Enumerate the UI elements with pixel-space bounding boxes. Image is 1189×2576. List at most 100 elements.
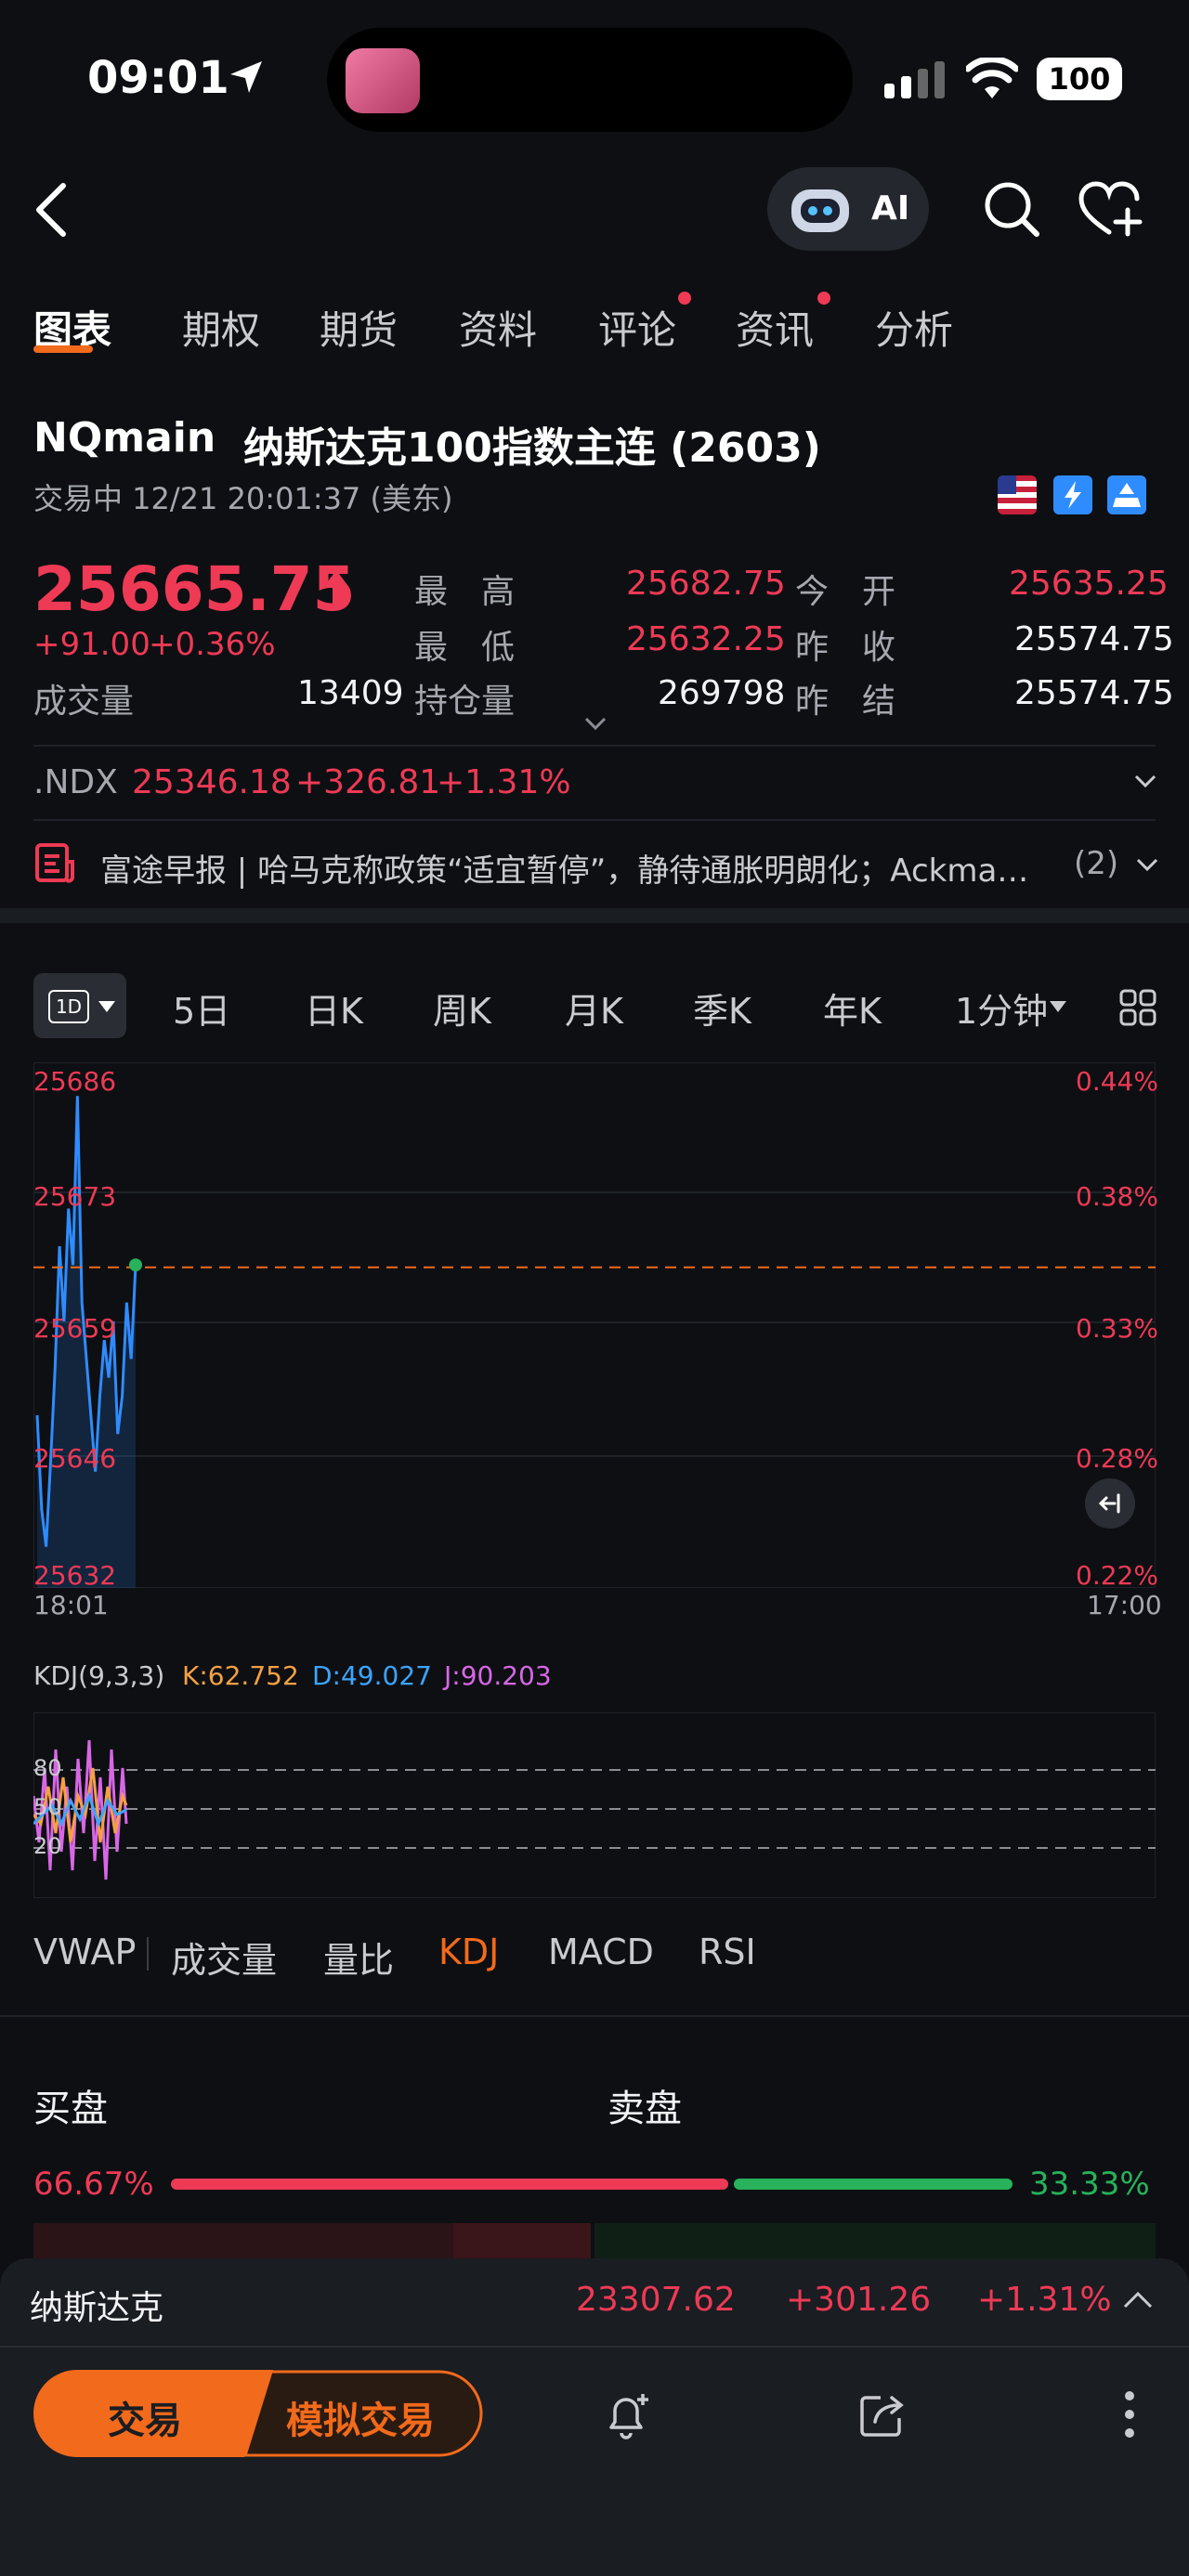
volume-value: 13409 bbox=[297, 674, 404, 712]
tab-news[interactable]: 资讯 bbox=[736, 299, 814, 356]
section-divider bbox=[0, 908, 1189, 923]
indicator-rsi[interactable]: RSI bbox=[699, 1932, 756, 1972]
grid-menu-icon[interactable] bbox=[1118, 988, 1157, 1027]
last-price-dot bbox=[129, 1258, 142, 1272]
lightning-badge-icon bbox=[1053, 475, 1092, 514]
tab-comments[interactable]: 评论 bbox=[598, 299, 676, 356]
kdj-chart[interactable] bbox=[33, 1712, 1156, 1898]
location-arrow-icon bbox=[229, 59, 264, 95]
period-daily[interactable]: 日K bbox=[305, 982, 363, 1034]
y-tick-label: 25686 bbox=[33, 1066, 117, 1097]
tab-chart-underline bbox=[33, 345, 93, 353]
x-tick-label: 17:00 bbox=[1087, 1590, 1162, 1620]
ai-button[interactable]: AI bbox=[767, 167, 929, 251]
news-headline[interactable]: 富途早报 | 哈马克称政策“适宜暂停”，静待通胀明朗化；Ackma… bbox=[100, 845, 1066, 891]
news-chevron-icon[interactable] bbox=[1135, 856, 1159, 873]
quote-status: 交易中 12/21 20:01:37 (美东) bbox=[33, 481, 453, 516]
period-monthly[interactable]: 月K bbox=[565, 982, 623, 1034]
expand-quote-icon[interactable] bbox=[583, 715, 608, 732]
sell-label: 卖盘 bbox=[608, 2088, 682, 2130]
period-weekly[interactable]: 周K bbox=[433, 982, 491, 1034]
price-change-pct: +0.36% bbox=[149, 626, 276, 663]
high-value: 25682.75 bbox=[626, 565, 786, 603]
quote-symbol: NQmain bbox=[33, 414, 216, 462]
minute-caret-icon bbox=[1050, 1001, 1066, 1012]
oi-value: 269798 bbox=[658, 674, 786, 712]
index-change-pct: +1.31% bbox=[437, 763, 571, 801]
jump-to-latest-icon[interactable] bbox=[1085, 1478, 1135, 1529]
back-icon[interactable] bbox=[33, 182, 71, 238]
y-tick-label: 25673 bbox=[33, 1181, 117, 1212]
chevron-down-icon[interactable] bbox=[1133, 773, 1157, 789]
ticker-change-pct: +1.31% bbox=[977, 2281, 1112, 2319]
divider bbox=[33, 745, 1156, 747]
divider bbox=[147, 1937, 149, 1971]
indicator-kdj[interactable]: KDJ bbox=[438, 1932, 499, 1972]
ticker-price: 23307.62 bbox=[576, 2281, 736, 2319]
tab-profile[interactable]: 资料 bbox=[459, 299, 537, 356]
share-icon[interactable] bbox=[858, 2392, 907, 2439]
kdj-level-label: 20 bbox=[33, 1833, 62, 1859]
prev-settle-label: 昨 结 bbox=[795, 683, 896, 721]
trade-button[interactable]: 交易 bbox=[33, 2370, 273, 2457]
prev-close-label: 昨 收 bbox=[795, 629, 896, 667]
y-tick-label: 25646 bbox=[33, 1443, 117, 1474]
kdj-level-label: 50 bbox=[33, 1794, 62, 1820]
wifi-icon bbox=[966, 58, 1018, 98]
divider bbox=[33, 819, 1156, 821]
index-change: +326.81 bbox=[295, 763, 441, 801]
pct-tick-label: 0.33% bbox=[1076, 1313, 1158, 1344]
open-label: 今 开 bbox=[795, 573, 896, 611]
kdj-d-value: D:49.027 bbox=[312, 1660, 432, 1691]
oi-label: 持仓量 bbox=[414, 683, 516, 721]
quote-name: 纳斯达克100指数主连 (2603) bbox=[243, 424, 821, 472]
watchlist-add-icon[interactable] bbox=[1078, 180, 1144, 238]
last-price: 25665.75 bbox=[33, 553, 356, 625]
us-flag-icon bbox=[998, 475, 1037, 514]
period-selected-label: 1D bbox=[48, 990, 89, 1023]
indicator-volume-ratio[interactable]: 量比 bbox=[323, 1932, 394, 1983]
tab-analysis[interactable]: 分析 bbox=[875, 299, 953, 356]
kdj-level-label: 80 bbox=[33, 1755, 62, 1781]
buy-bar bbox=[171, 2179, 728, 2190]
robot-icon bbox=[788, 182, 853, 236]
indicator-macd[interactable]: MACD bbox=[548, 1932, 654, 1972]
y-tick-label: 25659 bbox=[33, 1313, 117, 1344]
paper-trade-button[interactable]: 模拟交易 bbox=[243, 2370, 483, 2457]
index-symbol[interactable]: .NDX bbox=[33, 763, 118, 801]
search-icon[interactable] bbox=[983, 180, 1040, 238]
period-yearly[interactable]: 年K bbox=[823, 982, 882, 1034]
tab-options[interactable]: 期权 bbox=[182, 299, 260, 356]
period-5d[interactable]: 5日 bbox=[173, 982, 230, 1034]
period-quarterly[interactable]: 季K bbox=[693, 982, 751, 1034]
index-price: 25346.18 bbox=[132, 763, 292, 801]
order-book-rows bbox=[33, 2223, 1156, 2260]
volume-label: 成交量 bbox=[33, 683, 135, 721]
more-icon[interactable] bbox=[1124, 2390, 1135, 2439]
paper-trade-label: 模拟交易 bbox=[286, 2400, 435, 2442]
buy-pct: 66.67% bbox=[33, 2166, 154, 2203]
pct-tick-label: 0.22% bbox=[1076, 1560, 1158, 1591]
period-minute[interactable]: 1分钟 bbox=[955, 982, 1048, 1034]
low-value: 25632.25 bbox=[626, 620, 786, 658]
price-chart[interactable] bbox=[33, 1062, 1156, 1588]
high-label: 最 高 bbox=[414, 573, 516, 611]
divider bbox=[0, 2015, 1189, 2017]
price-alert-icon[interactable] bbox=[604, 2390, 652, 2440]
up-arrow-icon bbox=[323, 568, 349, 605]
caret-down-icon bbox=[98, 1001, 115, 1012]
chevron-up-icon[interactable] bbox=[1122, 2290, 1154, 2310]
period-selector[interactable]: 1D bbox=[33, 973, 126, 1038]
comments-dot bbox=[678, 292, 691, 305]
ticker-change: +301.26 bbox=[786, 2281, 932, 2319]
buy-label: 买盘 bbox=[33, 2088, 108, 2130]
ticker-name[interactable]: 纳斯达克 bbox=[30, 2281, 163, 2329]
indicator-volume[interactable]: 成交量 bbox=[171, 1932, 277, 1983]
indicator-vwap[interactable]: VWAP bbox=[33, 1932, 136, 1972]
prev-settle-value: 25574.75 bbox=[1014, 674, 1174, 712]
tab-futures[interactable]: 期货 bbox=[320, 299, 398, 356]
sell-pct: 33.33% bbox=[1029, 2166, 1150, 2203]
price-change: +91.00 bbox=[33, 626, 150, 663]
status-time: 09:01 bbox=[87, 52, 229, 104]
signal-icon bbox=[884, 61, 946, 98]
